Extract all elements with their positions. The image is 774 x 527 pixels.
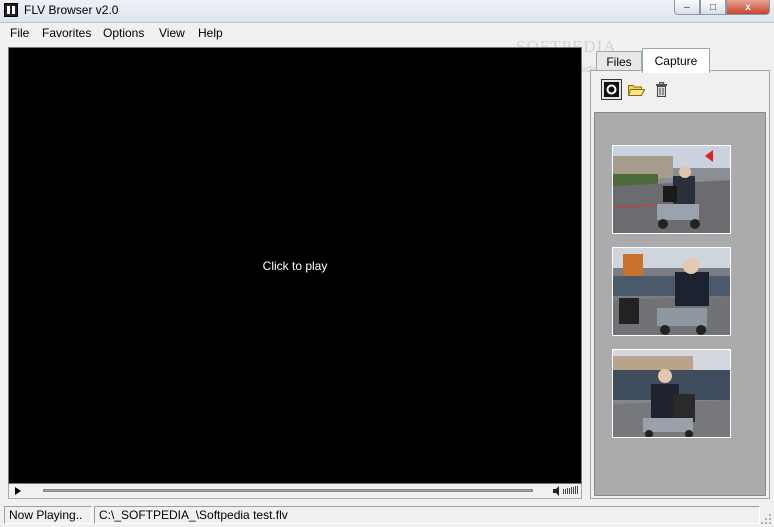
open-folder-button[interactable] xyxy=(626,79,647,100)
status-bar: Now Playing.. C:\_SOFTPEDIA_\Softpedia t… xyxy=(0,503,774,527)
menu-file[interactable]: File xyxy=(10,26,29,40)
close-button[interactable]: x xyxy=(726,0,770,15)
maximize-button[interactable]: □ xyxy=(700,0,726,15)
window-controls: – □ x xyxy=(674,0,770,16)
tab-strip: Files Capture xyxy=(590,46,770,73)
video-frame-thumbnail-icon xyxy=(613,350,730,437)
play-icon[interactable] xyxy=(15,487,21,495)
tab-files[interactable]: Files xyxy=(596,51,642,71)
side-panel: Files Capture xyxy=(590,44,770,499)
menu-view[interactable]: View xyxy=(159,26,185,40)
capture-thumbnail[interactable] xyxy=(612,247,731,336)
status-file-path: C:\_SOFTPEDIA_\Softpedia test.flv xyxy=(94,506,760,524)
player-controls xyxy=(8,484,582,499)
menu-options[interactable]: Options xyxy=(103,26,144,40)
menu-help[interactable]: Help xyxy=(198,26,223,40)
trash-icon xyxy=(656,82,667,97)
menu-favorites[interactable]: Favorites xyxy=(42,26,91,40)
minimize-button[interactable]: – xyxy=(674,0,700,15)
capture-tab-content xyxy=(590,70,770,499)
click-to-play-prompt[interactable]: Click to play xyxy=(9,259,581,273)
tab-capture[interactable]: Capture xyxy=(642,48,710,73)
volume-icon[interactable] xyxy=(553,486,579,496)
video-player-area[interactable]: Click to play xyxy=(8,47,582,484)
menu-bar: File Favorites Options View Help xyxy=(0,23,774,43)
capture-thumbnail-list[interactable] xyxy=(594,112,766,496)
open-folder-icon xyxy=(628,84,645,96)
capture-icon xyxy=(604,82,619,97)
capture-thumbnail[interactable] xyxy=(612,349,731,438)
status-state: Now Playing.. xyxy=(4,506,92,524)
seek-bar[interactable] xyxy=(43,489,533,492)
capture-thumbnail[interactable] xyxy=(612,145,731,234)
video-frame-thumbnail-icon xyxy=(613,248,730,335)
video-frame-thumbnail-icon xyxy=(613,146,730,233)
app-icon[interactable] xyxy=(4,3,18,17)
delete-button[interactable] xyxy=(651,79,672,100)
title-bar[interactable]: FLV Browser v2.0 – □ x xyxy=(0,0,774,23)
capture-frame-button[interactable] xyxy=(601,79,622,100)
resize-grip-icon[interactable] xyxy=(760,513,772,525)
window-title: FLV Browser v2.0 xyxy=(24,3,119,17)
